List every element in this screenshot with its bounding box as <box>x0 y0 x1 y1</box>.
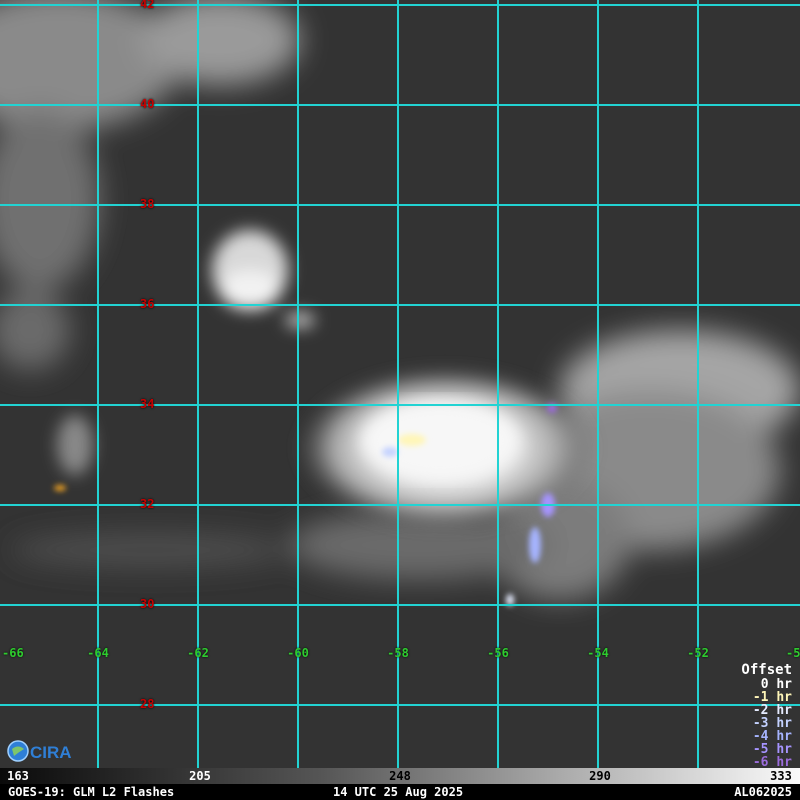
latitude-label: 28 <box>140 697 155 711</box>
latitude-line <box>0 104 800 106</box>
latitude-label: 40 <box>140 97 155 111</box>
footer-bar: GOES-19: GLM L2 Flashes 14 UTC 25 Aug 20… <box>0 784 800 800</box>
longitude-label: -58 <box>387 646 409 660</box>
colorbar-tick: 205 <box>189 769 211 783</box>
latitude-line <box>0 304 800 306</box>
longitude-label: -5 <box>786 646 800 660</box>
longitude-label: -64 <box>87 646 109 660</box>
satellite-product-label: GOES-19: GLM L2 Flashes <box>8 785 175 799</box>
cira-logo-icon: CIRA <box>7 740 72 762</box>
svg-text:CIRA: CIRA <box>30 743 72 762</box>
longitude-label: -60 <box>287 646 309 660</box>
latitude-label: 42 <box>140 0 155 11</box>
latitude-label: 38 <box>140 197 155 211</box>
latitude-label: 32 <box>140 497 155 511</box>
satellite-frame: 42 40 38 36 34 32 30 28 -66 -64 -62 -60 … <box>0 0 800 800</box>
longitude-label: -66 <box>2 646 24 660</box>
latitude-line <box>0 604 800 606</box>
latitude-line <box>0 204 800 206</box>
storm-id-label: AL062025 <box>734 785 792 799</box>
longitude-label: -62 <box>187 646 209 660</box>
legend-item: -6 hr <box>752 755 792 768</box>
longitude-label: -56 <box>487 646 509 660</box>
latitude-line <box>0 704 800 706</box>
latitude-label: 34 <box>140 397 155 411</box>
timestamp-label: 14 UTC 25 Aug 2025 <box>333 785 464 799</box>
longitude-label: -54 <box>587 646 609 660</box>
longitude-label: -52 <box>687 646 709 660</box>
satellite-map: 42 40 38 36 34 32 30 28 -66 -64 -62 -60 … <box>0 0 800 768</box>
legend-title: Offset <box>741 662 792 678</box>
colorbar-tick: 333 <box>770 769 792 783</box>
colorbar-tick: 163 <box>7 769 29 783</box>
colorbar-tick: 290 <box>589 769 611 783</box>
latitude-line <box>0 4 800 6</box>
colorbar-tick: 248 <box>389 769 411 783</box>
latitude-line <box>0 504 800 506</box>
latitude-label: 30 <box>140 597 155 611</box>
latitude-label: 36 <box>140 297 155 311</box>
latitude-line <box>0 404 800 406</box>
